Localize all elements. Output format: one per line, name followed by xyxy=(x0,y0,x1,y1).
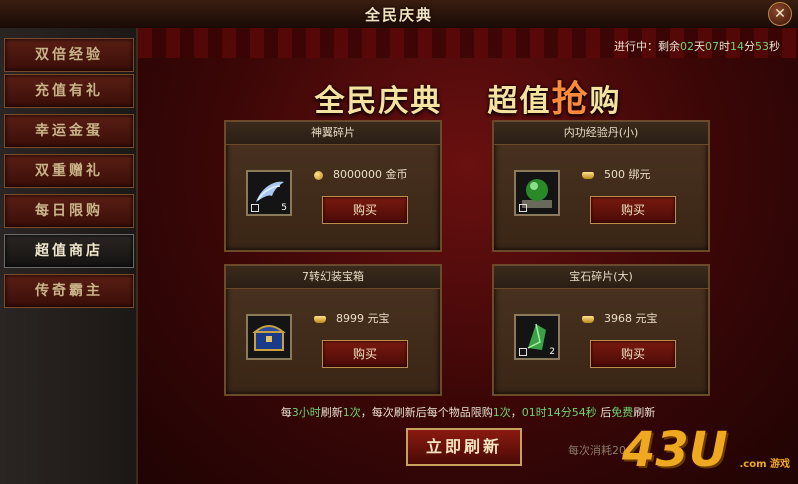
refresh-times: 1次 xyxy=(342,406,361,419)
exp-pill-icon[interactable] xyxy=(514,170,560,216)
item-price: 8999 元宝 xyxy=(314,310,390,326)
window-title: 全民庆典 xyxy=(364,6,433,24)
countdown-minutes-unit: 分 xyxy=(744,40,755,53)
banner-highlight: 抢 xyxy=(551,78,590,120)
countdown-hours: 07 xyxy=(705,40,719,53)
event-banner: 全民庆典 超值抢购 xyxy=(138,70,798,122)
price-value: 3968 xyxy=(604,312,632,325)
gem-fragment-icon[interactable]: 2 xyxy=(514,314,560,360)
price-value: 8000000 xyxy=(333,168,382,181)
item-price: 8000000 金币 xyxy=(314,166,408,182)
item-card-gem-fragment: 宝石碎片(大) 2 3968 元宝 购买 xyxy=(492,264,710,396)
refresh-interval: 3小时 xyxy=(291,406,321,419)
refresh-text: 刷新 xyxy=(320,406,343,419)
item-name: 神翼碎片 xyxy=(226,122,440,145)
refresh-text: ，每次刷新后每个物品限购 xyxy=(360,406,493,419)
price-value: 500 xyxy=(604,168,625,181)
banner-left: 全民庆典 xyxy=(314,84,443,119)
purchase-limit: 1次 xyxy=(492,406,511,419)
countdown-minutes: 14 xyxy=(730,40,744,53)
buy-button[interactable]: 购买 xyxy=(590,196,676,224)
treasure-chest-icon[interactable] xyxy=(246,314,292,360)
sidebar-item-double-exp[interactable]: 双倍经验 xyxy=(4,38,134,72)
ingot-icon xyxy=(582,171,594,179)
logo-sub: .com 游戏 xyxy=(739,459,791,470)
sidebar-item-double-gift[interactable]: 双重赠礼 xyxy=(4,154,134,188)
sidebar-item-recharge-gift[interactable]: 充值有礼 xyxy=(4,74,134,108)
countdown-seconds-unit: 秒 xyxy=(769,40,780,53)
price-currency: 元宝 xyxy=(367,312,390,325)
countdown-days-unit: 天 xyxy=(694,40,705,53)
item-price: 500 绑元 xyxy=(582,166,651,182)
item-name: 内功经验丹(小) xyxy=(494,122,708,145)
item-card-treasure-chest: 7转幻装宝箱 8999 元宝 购买 xyxy=(224,264,442,396)
price-value: 8999 xyxy=(336,312,364,325)
coin-icon xyxy=(314,170,323,180)
refresh-text: ， xyxy=(510,406,522,419)
refresh-now-button[interactable]: 立即刷新 xyxy=(406,428,522,466)
refresh-text: 后 xyxy=(596,406,612,419)
main-panel: 进行中：剩余02天07时14分53秒 全民庆典 超值抢购 神翼碎片 5 8000… xyxy=(138,28,798,484)
bound-lock-icon xyxy=(251,204,259,212)
site-watermark-logo: 43U .com 游戏 xyxy=(622,416,798,484)
countdown-prefix: 进行中：剩余 xyxy=(614,40,680,53)
item-name: 7转幻装宝箱 xyxy=(226,266,440,289)
price-currency: 绑元 xyxy=(628,168,651,181)
sidebar-item-legend-lord[interactable]: 传奇霸主 xyxy=(4,274,134,308)
item-name: 宝石碎片(大) xyxy=(494,266,708,289)
refresh-text: 每 xyxy=(280,406,292,419)
ingot-icon xyxy=(314,315,326,323)
bound-lock-icon xyxy=(519,348,527,356)
banner-right-a: 超值 xyxy=(487,84,552,119)
countdown-hours-unit: 时 xyxy=(719,40,730,53)
chest-icon xyxy=(252,325,286,351)
countdown-seconds: 53 xyxy=(755,40,769,53)
event-window: 全民庆典 ✕ 双倍经验 充值有礼 幸运金蛋 双重赠礼 每日限购 超值商店 传奇霸… xyxy=(0,0,798,484)
ingot-icon xyxy=(582,315,594,323)
refresh-timer: 01时14分54秒 xyxy=(521,406,597,419)
buy-button[interactable]: 购买 xyxy=(590,340,676,368)
item-count: 2 xyxy=(549,347,555,357)
sidebar-item-daily-limit[interactable]: 每日限购 xyxy=(4,194,134,228)
item-price: 3968 元宝 xyxy=(582,310,658,326)
countdown: 进行中：剩余02天07时14分53秒 xyxy=(614,38,780,54)
bound-lock-icon xyxy=(519,204,527,212)
item-card-wing-fragment: 神翼碎片 5 8000000 金币 购买 xyxy=(224,120,442,252)
buy-button[interactable]: 购买 xyxy=(322,340,408,368)
logo-text: 43U xyxy=(622,422,728,478)
countdown-days: 02 xyxy=(680,40,694,53)
sidebar-item-lucky-egg[interactable]: 幸运金蛋 xyxy=(4,114,134,148)
buy-button[interactable]: 购买 xyxy=(322,196,408,224)
close-button[interactable]: ✕ xyxy=(768,2,792,26)
price-currency: 金币 xyxy=(385,168,408,181)
refresh-cost-note: 每次消耗20 xyxy=(568,444,626,457)
banner-right-b: 购 xyxy=(589,84,622,119)
sidebar-item-value-shop[interactable]: 超值商店 xyxy=(4,234,134,268)
item-card-exp-pill: 内功经验丹(小) 500 绑元 购买 xyxy=(492,120,710,252)
sidebar: 双倍经验 充值有礼 幸运金蛋 双重赠礼 每日限购 超值商店 传奇霸主 xyxy=(0,28,138,484)
item-count: 5 xyxy=(281,203,287,213)
banner-right: 超值抢购 xyxy=(488,70,622,122)
title-bar: 全民庆典 ✕ xyxy=(0,0,798,29)
wing-fragment-icon[interactable]: 5 xyxy=(246,170,292,216)
price-currency: 元宝 xyxy=(635,312,658,325)
